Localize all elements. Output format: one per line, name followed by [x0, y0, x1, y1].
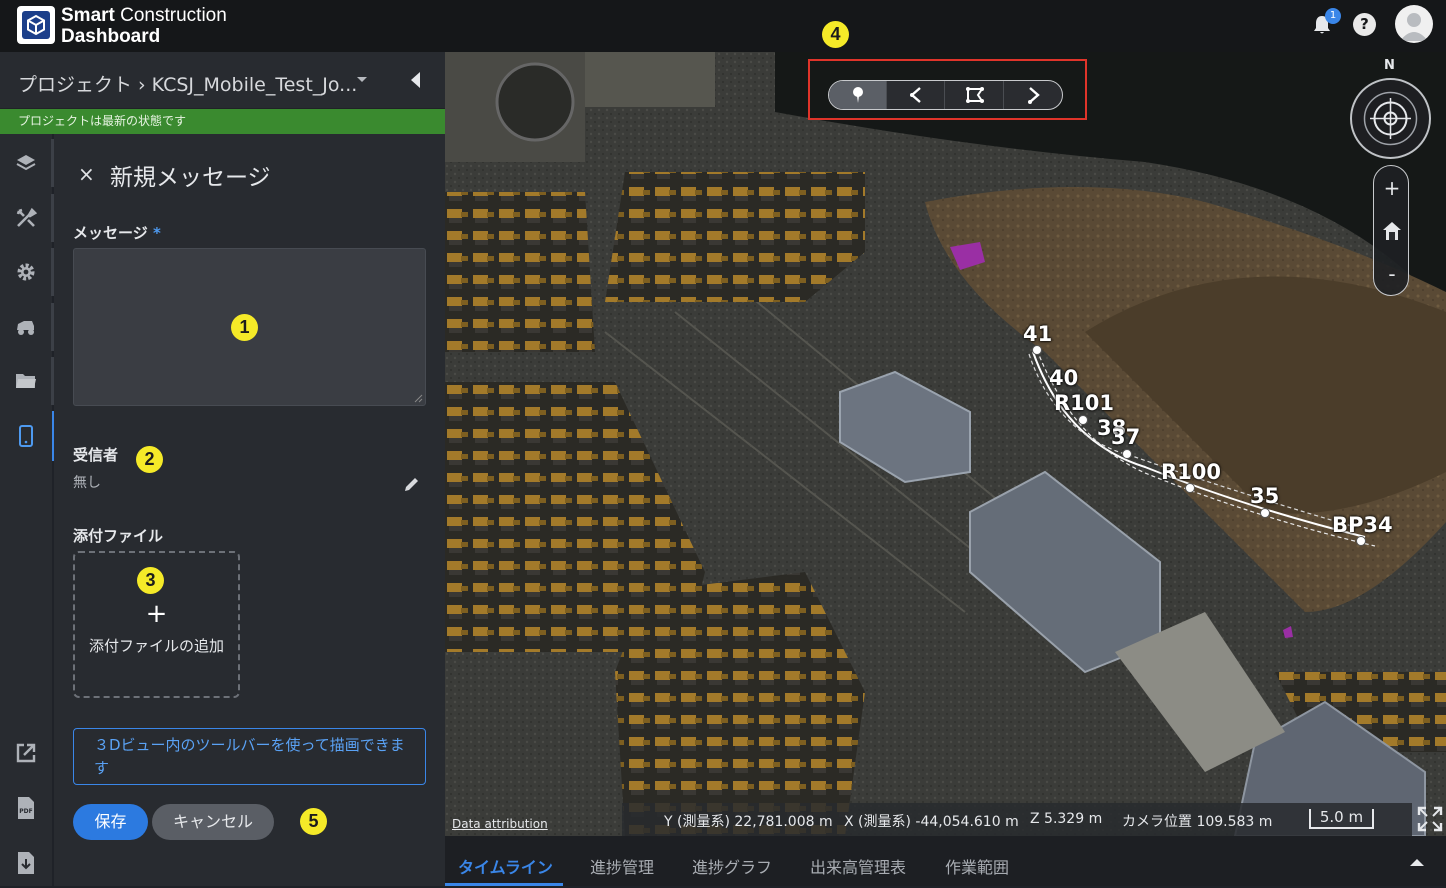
- station-point[interactable]: [1356, 536, 1366, 546]
- help-button[interactable]: ?: [1353, 13, 1376, 36]
- station-label: 40: [1049, 366, 1079, 390]
- tab-progress-management[interactable]: 進捗管理: [590, 854, 654, 878]
- station-point[interactable]: [1078, 415, 1088, 425]
- coordinate-readout: Y (測量系) 22,781.008 m X (測量系) -44,054.610…: [622, 803, 1412, 836]
- callout-2: 2: [136, 446, 163, 473]
- message-label: メッセージ *: [73, 224, 161, 242]
- callout-4: 4: [822, 21, 849, 48]
- station-label: 35: [1250, 484, 1280, 508]
- home-icon[interactable]: [1374, 211, 1410, 251]
- pin-icon[interactable]: [829, 81, 887, 109]
- tab-yield-table[interactable]: 出来高管理表: [810, 854, 906, 878]
- close-icon[interactable]: ×: [78, 162, 95, 186]
- 3d-view[interactable]: 41 40 R101 38 37 R100 35 BP34 N + - Y (測…: [445, 52, 1446, 836]
- avatar[interactable]: [1395, 5, 1433, 43]
- collapse-panel-icon[interactable]: [408, 71, 422, 89]
- polygon-icon[interactable]: [946, 81, 1004, 109]
- expand-up-icon[interactable]: [1408, 856, 1426, 868]
- station-label: BP34: [1332, 513, 1393, 537]
- callout-3: 3: [137, 567, 164, 594]
- layers-icon[interactable]: [0, 138, 52, 188]
- station-label: 41: [1023, 322, 1053, 346]
- breadcrumb: プロジェクト › KCSJ_Mobile_Test_Jo...: [0, 52, 445, 109]
- polyline-icon[interactable]: [887, 81, 945, 109]
- breadcrumb-text[interactable]: プロジェクト › KCSJ_Mobile_Test_Jo...: [18, 70, 357, 97]
- tab-timeline[interactable]: タイムライン: [458, 854, 553, 878]
- add-attachment-label: 添付ファイルの追加: [88, 637, 224, 655]
- export-icon[interactable]: [0, 728, 52, 778]
- callout-5: 5: [300, 808, 327, 835]
- coord-y: Y (測量系) 22,781.008 m: [664, 814, 833, 830]
- new-message-panel: × 新規メッセージ メッセージ * 受信者 無し 添付ファイル + 添付ファイル…: [54, 134, 445, 886]
- compass-icon[interactable]: [1350, 78, 1431, 159]
- tab-progress-graph[interactable]: 進捗グラフ: [692, 854, 772, 878]
- camera-height: カメラ位置 109.583 m: [1122, 814, 1273, 830]
- project-dropdown-icon[interactable]: [356, 76, 368, 84]
- settings-gear-icon[interactable]: [0, 247, 52, 297]
- app-title: Smart Construction Dashboard: [61, 5, 227, 47]
- icon-rail: PDF: [0, 134, 55, 888]
- station-point[interactable]: [1032, 345, 1042, 355]
- tab-work-area[interactable]: 作業範囲: [945, 854, 1009, 878]
- station-label: R100: [1161, 460, 1222, 484]
- point-cloud-scene: [445, 52, 1446, 836]
- download-file-icon[interactable]: [0, 838, 52, 888]
- recipients-value: 無し: [73, 475, 101, 491]
- logo-icon[interactable]: [17, 6, 55, 44]
- station-point[interactable]: [1122, 449, 1132, 459]
- station-label: R101: [1054, 391, 1115, 415]
- arrow-icon[interactable]: [1005, 81, 1062, 109]
- station-point[interactable]: [1260, 508, 1270, 518]
- attachments-label: 添付ファイル: [73, 527, 164, 545]
- notification-badge: 1: [1325, 8, 1341, 24]
- data-attribution-link[interactable]: Data attribution: [452, 817, 548, 831]
- status-banner: プロジェクトは最新の状態です: [0, 109, 445, 134]
- bottom-tab-bar: タイムライン 進捗管理 進捗グラフ 出来高管理表 作業範囲: [445, 836, 1446, 886]
- save-button[interactable]: 保存: [73, 804, 148, 840]
- drawing-toolbar: [828, 80, 1063, 110]
- station-label: 37: [1111, 425, 1141, 449]
- zoom-in-button[interactable]: +: [1374, 168, 1410, 208]
- coord-x: X (測量系) -44,054.610 m: [844, 814, 1019, 830]
- machine-icon[interactable]: [0, 302, 52, 352]
- mobile-device-icon[interactable]: [0, 411, 55, 461]
- coord-z: Z 5.329 m: [1030, 811, 1103, 827]
- panel-title: 新規メッセージ: [110, 165, 271, 191]
- top-bar: Smart Construction Dashboard 1 ?: [0, 0, 1446, 52]
- svg-text:PDF: PDF: [19, 808, 32, 815]
- plus-icon: +: [145, 599, 168, 629]
- edit-pencil-icon[interactable]: [403, 475, 421, 493]
- scale-bar: 5.0 m: [1309, 809, 1374, 829]
- fullscreen-icon[interactable]: [1417, 806, 1443, 832]
- zoom-out-button[interactable]: -: [1374, 254, 1410, 294]
- recipients-label: 受信者: [73, 446, 119, 464]
- station-point[interactable]: [1185, 483, 1195, 493]
- zoom-control: + -: [1373, 165, 1409, 296]
- info-message: ３Dビュー内のツールバーを使って描画できます: [73, 728, 426, 785]
- callout-1: 1: [231, 314, 258, 341]
- compass-north-label: N: [1384, 58, 1395, 73]
- tools-icon[interactable]: [0, 193, 52, 243]
- cancel-button[interactable]: キャンセル: [152, 804, 274, 840]
- pdf-icon[interactable]: PDF: [0, 783, 52, 833]
- folder-icon[interactable]: [0, 356, 52, 406]
